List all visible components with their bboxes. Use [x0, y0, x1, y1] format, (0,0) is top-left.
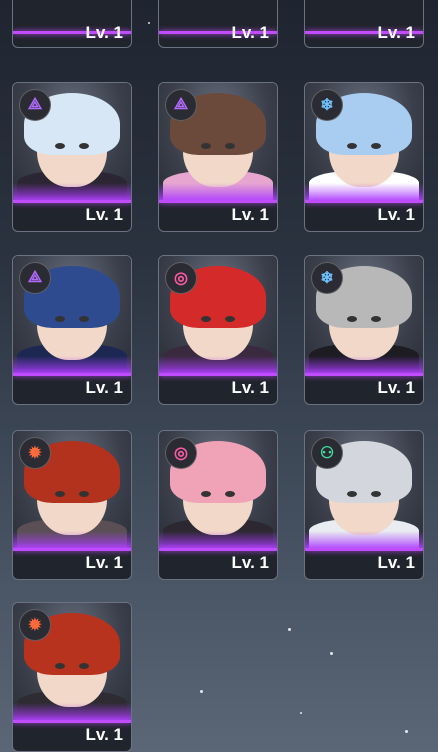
level-label: Lv. 1	[85, 378, 123, 397]
character-card[interactable]: ⟁ Lv. 1	[12, 255, 132, 405]
level-label: Lv. 1	[231, 378, 269, 397]
level-label: Lv. 1	[377, 205, 415, 224]
fire-element-icon: ✹	[19, 609, 51, 641]
rarity-glow-bar	[13, 200, 131, 203]
portrait-eye	[201, 316, 211, 322]
portrait-eye	[225, 143, 235, 149]
portrait-eye	[55, 491, 65, 497]
vortex-element-icon: ◎	[165, 262, 197, 294]
portrait-eye	[225, 316, 235, 322]
rarity-glow-bar	[13, 373, 131, 376]
level-label: Lv. 1	[85, 725, 123, 744]
rarity-glow-bar	[159, 373, 277, 376]
character-card[interactable]: ✹ Lv. 1	[12, 602, 132, 752]
fire-element-icon: ✹	[19, 437, 51, 469]
level-label: Lv. 1	[377, 553, 415, 572]
rarity-glow-bar	[305, 373, 423, 376]
portrait-eye	[79, 143, 89, 149]
level-label: Lv. 1	[231, 23, 269, 42]
character-card[interactable]: Lv. 1	[12, 0, 132, 48]
rarity-glow-bar	[159, 548, 277, 551]
character-card[interactable]: Lv. 1	[304, 0, 424, 48]
rarity-glow-bar	[13, 548, 131, 551]
ice-element-icon: ❄	[311, 262, 343, 294]
portrait-eye	[55, 663, 65, 669]
character-card[interactable]: ⟁ Lv. 1	[12, 82, 132, 232]
level-label: Lv. 1	[85, 23, 123, 42]
level-label: Lv. 1	[377, 23, 415, 42]
portrait-eye	[79, 491, 89, 497]
portrait-eye	[225, 491, 235, 497]
level-label: Lv. 1	[231, 205, 269, 224]
portrait-eye	[371, 143, 381, 149]
rarity-glow-bar	[305, 548, 423, 551]
level-label: Lv. 1	[85, 553, 123, 572]
portrait-eye	[79, 316, 89, 322]
portrait-eye	[347, 491, 357, 497]
character-card[interactable]: ❄ Lv. 1	[304, 82, 424, 232]
portrait-eye	[347, 316, 357, 322]
portrait-eye	[55, 143, 65, 149]
portrait-eye	[371, 491, 381, 497]
character-card[interactable]: Lv. 1	[158, 0, 278, 48]
psychic-element-icon: ⟁	[19, 262, 51, 294]
character-card[interactable]: ⟁ Lv. 1	[158, 82, 278, 232]
character-card[interactable]: ❄ Lv. 1	[304, 255, 424, 405]
rarity-glow-bar	[159, 200, 277, 203]
portrait-eye	[55, 316, 65, 322]
vortex-element-icon: ◎	[165, 437, 197, 469]
level-label: Lv. 1	[85, 205, 123, 224]
character-card[interactable]: ⚇ Lv. 1	[304, 430, 424, 580]
portrait-eye	[347, 143, 357, 149]
psychic-element-icon: ⟁	[165, 89, 197, 121]
character-card[interactable]: ✹ Lv. 1	[12, 430, 132, 580]
rarity-glow-bar	[13, 720, 131, 723]
portrait-eye	[79, 663, 89, 669]
level-label: Lv. 1	[231, 553, 269, 572]
character-card[interactable]: ◎ Lv. 1	[158, 430, 278, 580]
character-card[interactable]: ◎ Lv. 1	[158, 255, 278, 405]
rarity-glow-bar	[305, 200, 423, 203]
portrait-eye	[371, 316, 381, 322]
ice-element-icon: ❄	[311, 89, 343, 121]
wind-element-icon: ⚇	[311, 437, 343, 469]
psychic-element-icon: ⟁	[19, 89, 51, 121]
level-label: Lv. 1	[377, 378, 415, 397]
portrait-eye	[201, 143, 211, 149]
portrait-eye	[201, 491, 211, 497]
